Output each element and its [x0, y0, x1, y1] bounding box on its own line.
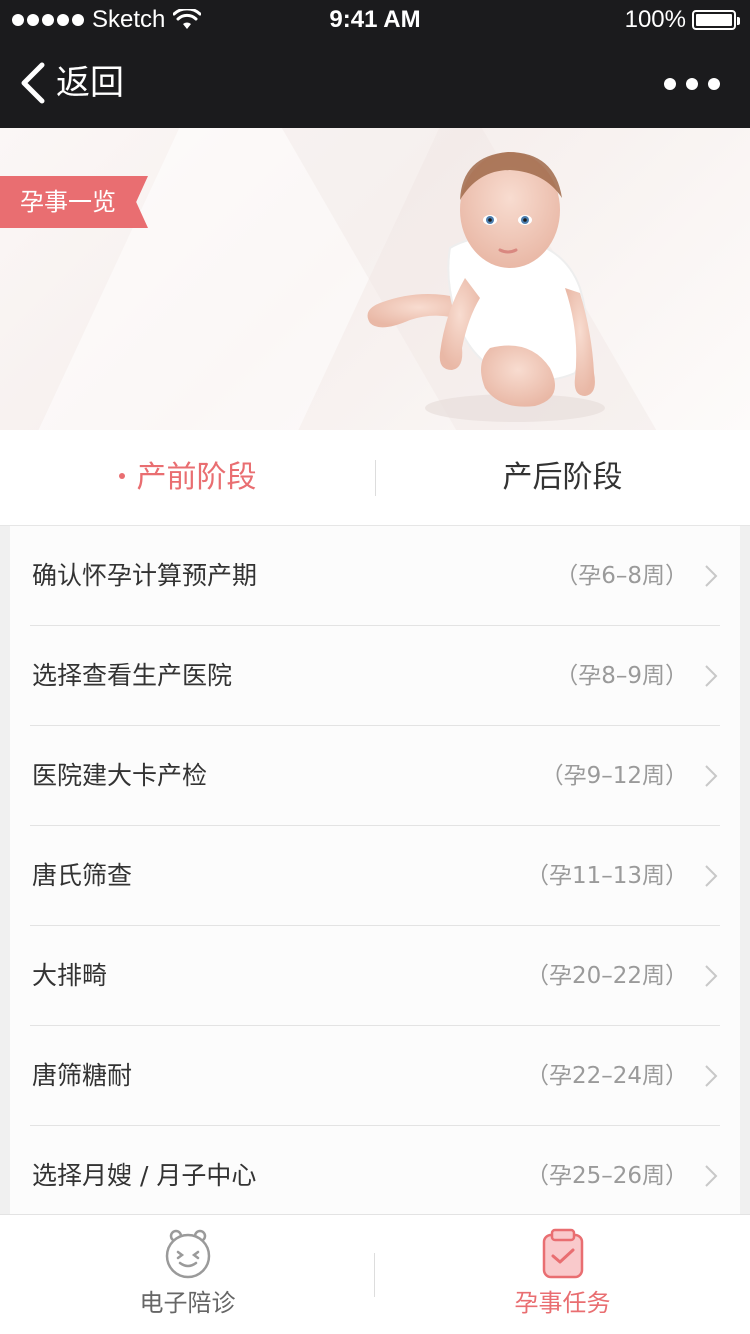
list-item[interactable]: 唐氏筛查 （孕11–13周） — [30, 826, 720, 926]
status-bar-right: 100% — [624, 6, 740, 34]
tab-label: 产前阶段 — [136, 460, 257, 495]
list-item-title: 唐氏筛查 — [32, 861, 133, 890]
list-item-week: （孕11–13周） — [525, 863, 688, 889]
list-item-week: （孕6–8周） — [555, 563, 688, 589]
chevron-right-icon — [705, 965, 718, 987]
task-list: 确认怀孕计算预产期 （孕6–8周） 选择查看生产医院 （孕8–9周） 医院建大卡… — [10, 526, 740, 1214]
chevron-right-icon — [705, 1065, 718, 1087]
tabbar-item-escort[interactable]: 电子陪诊 — [0, 1215, 375, 1334]
smiley-face-icon — [165, 1229, 210, 1279]
list-item[interactable]: 唐筛糖耐 （孕22–24周） — [30, 1026, 720, 1126]
list-item-title: 选择查看生产医院 — [32, 661, 233, 690]
chevron-right-icon — [705, 765, 718, 787]
tabbar-item-tasks[interactable]: 孕事任务 — [375, 1215, 750, 1334]
back-button[interactable]: 返回 — [18, 58, 124, 108]
status-bar: Sketch 9:41 AM 100% — [0, 0, 750, 40]
banner: 孕事一览 — [0, 128, 750, 430]
list-item[interactable]: 确认怀孕计算预产期 （孕6–8周） — [30, 526, 720, 626]
list-item-week: （孕20–22周） — [525, 963, 688, 989]
chevron-right-icon — [705, 1165, 718, 1187]
baby-photo — [367, 152, 605, 422]
tab-label: 产后阶段 — [502, 460, 623, 495]
more-dots-icon[interactable] — [664, 78, 720, 90]
list-item[interactable]: 选择查看生产医院 （孕8–9周） — [30, 626, 720, 726]
battery-percent: 100% — [624, 6, 686, 33]
list-item-title: 确认怀孕计算预产期 — [32, 561, 258, 590]
list-item-week: （孕8–9周） — [555, 663, 688, 689]
banner-ribbon: 孕事一览 — [0, 176, 148, 228]
list-item-week: （孕25–26周） — [525, 1163, 688, 1189]
list-item[interactable]: 大排畸 （孕20–22周） — [30, 926, 720, 1026]
list-item[interactable]: 医院建大卡产检 （孕9–12周） — [30, 726, 720, 826]
tabbar-label: 电子陪诊 — [139, 1289, 236, 1317]
active-dot-icon — [118, 472, 125, 479]
list-item[interactable]: 选择月嫂 / 月子中心 （孕25–26周） — [30, 1126, 720, 1214]
tab-prenatal[interactable]: 产前阶段 — [0, 430, 375, 526]
chevron-right-icon — [705, 865, 718, 887]
nav-bar: 返回 — [0, 40, 750, 128]
battery-icon — [692, 10, 740, 30]
chevron-left-icon — [21, 62, 45, 104]
tabbar-label: 孕事任务 — [514, 1289, 611, 1317]
bottom-tab-bar: 电子陪诊 孕事任务 — [0, 1214, 750, 1334]
battery-fill — [696, 14, 732, 26]
clipboard-check-icon — [542, 1228, 583, 1279]
tab-postnatal[interactable]: 产后阶段 — [375, 430, 750, 526]
list-item-week: （孕9–12周） — [540, 763, 688, 789]
stage-tabs: 产前阶段 产后阶段 — [0, 430, 750, 526]
list-item-title: 唐筛糖耐 — [32, 1061, 133, 1090]
list-item-title: 医院建大卡产检 — [32, 761, 208, 790]
list-item-title: 选择月嫂 / 月子中心 — [32, 1161, 257, 1190]
chevron-right-icon — [705, 665, 718, 687]
chevron-right-icon — [705, 565, 718, 587]
list-item-week: （孕22–24周） — [525, 1063, 688, 1089]
back-label: 返回 — [56, 63, 124, 103]
list-item-title: 大排畸 — [32, 961, 108, 990]
